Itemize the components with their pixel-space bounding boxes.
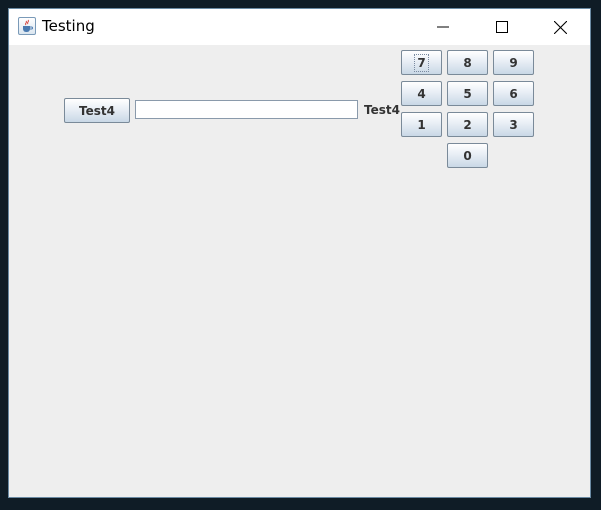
keypad-button-5[interactable]: 5 [447,81,488,106]
text-field[interactable] [135,100,358,119]
window-title: Testing [42,17,95,35]
close-icon [554,21,567,34]
keypad-button-1[interactable]: 1 [401,112,442,137]
keypad-button-0[interactable]: 0 [447,143,488,168]
keypad-button-7[interactable]: 7 [401,50,442,75]
maximize-button[interactable] [479,9,525,45]
title-bar[interactable]: Testing [9,9,590,45]
keypad-button-8[interactable]: 8 [447,50,488,75]
java-cup-icon [18,17,36,35]
content-pane: Test4 Test4 7 8 9 4 5 6 1 2 3 0 [9,45,590,497]
test4-label: Test4 [364,103,400,117]
keypad-button-6[interactable]: 6 [493,81,534,106]
close-button[interactable] [537,9,583,45]
keypad-button-3[interactable]: 3 [493,112,534,137]
keypad-button-2[interactable]: 2 [447,112,488,137]
keypad-label-7: 7 [414,53,429,72]
keypad-button-9[interactable]: 9 [493,50,534,75]
maximize-icon [496,21,508,33]
minimize-icon [437,26,449,28]
app-window: Testing Test4 Test4 7 8 9 4 5 6 1 2 3 0 [8,8,591,498]
test4-button[interactable]: Test4 [64,98,130,123]
minimize-button[interactable] [420,9,466,45]
keypad-button-4[interactable]: 4 [401,81,442,106]
